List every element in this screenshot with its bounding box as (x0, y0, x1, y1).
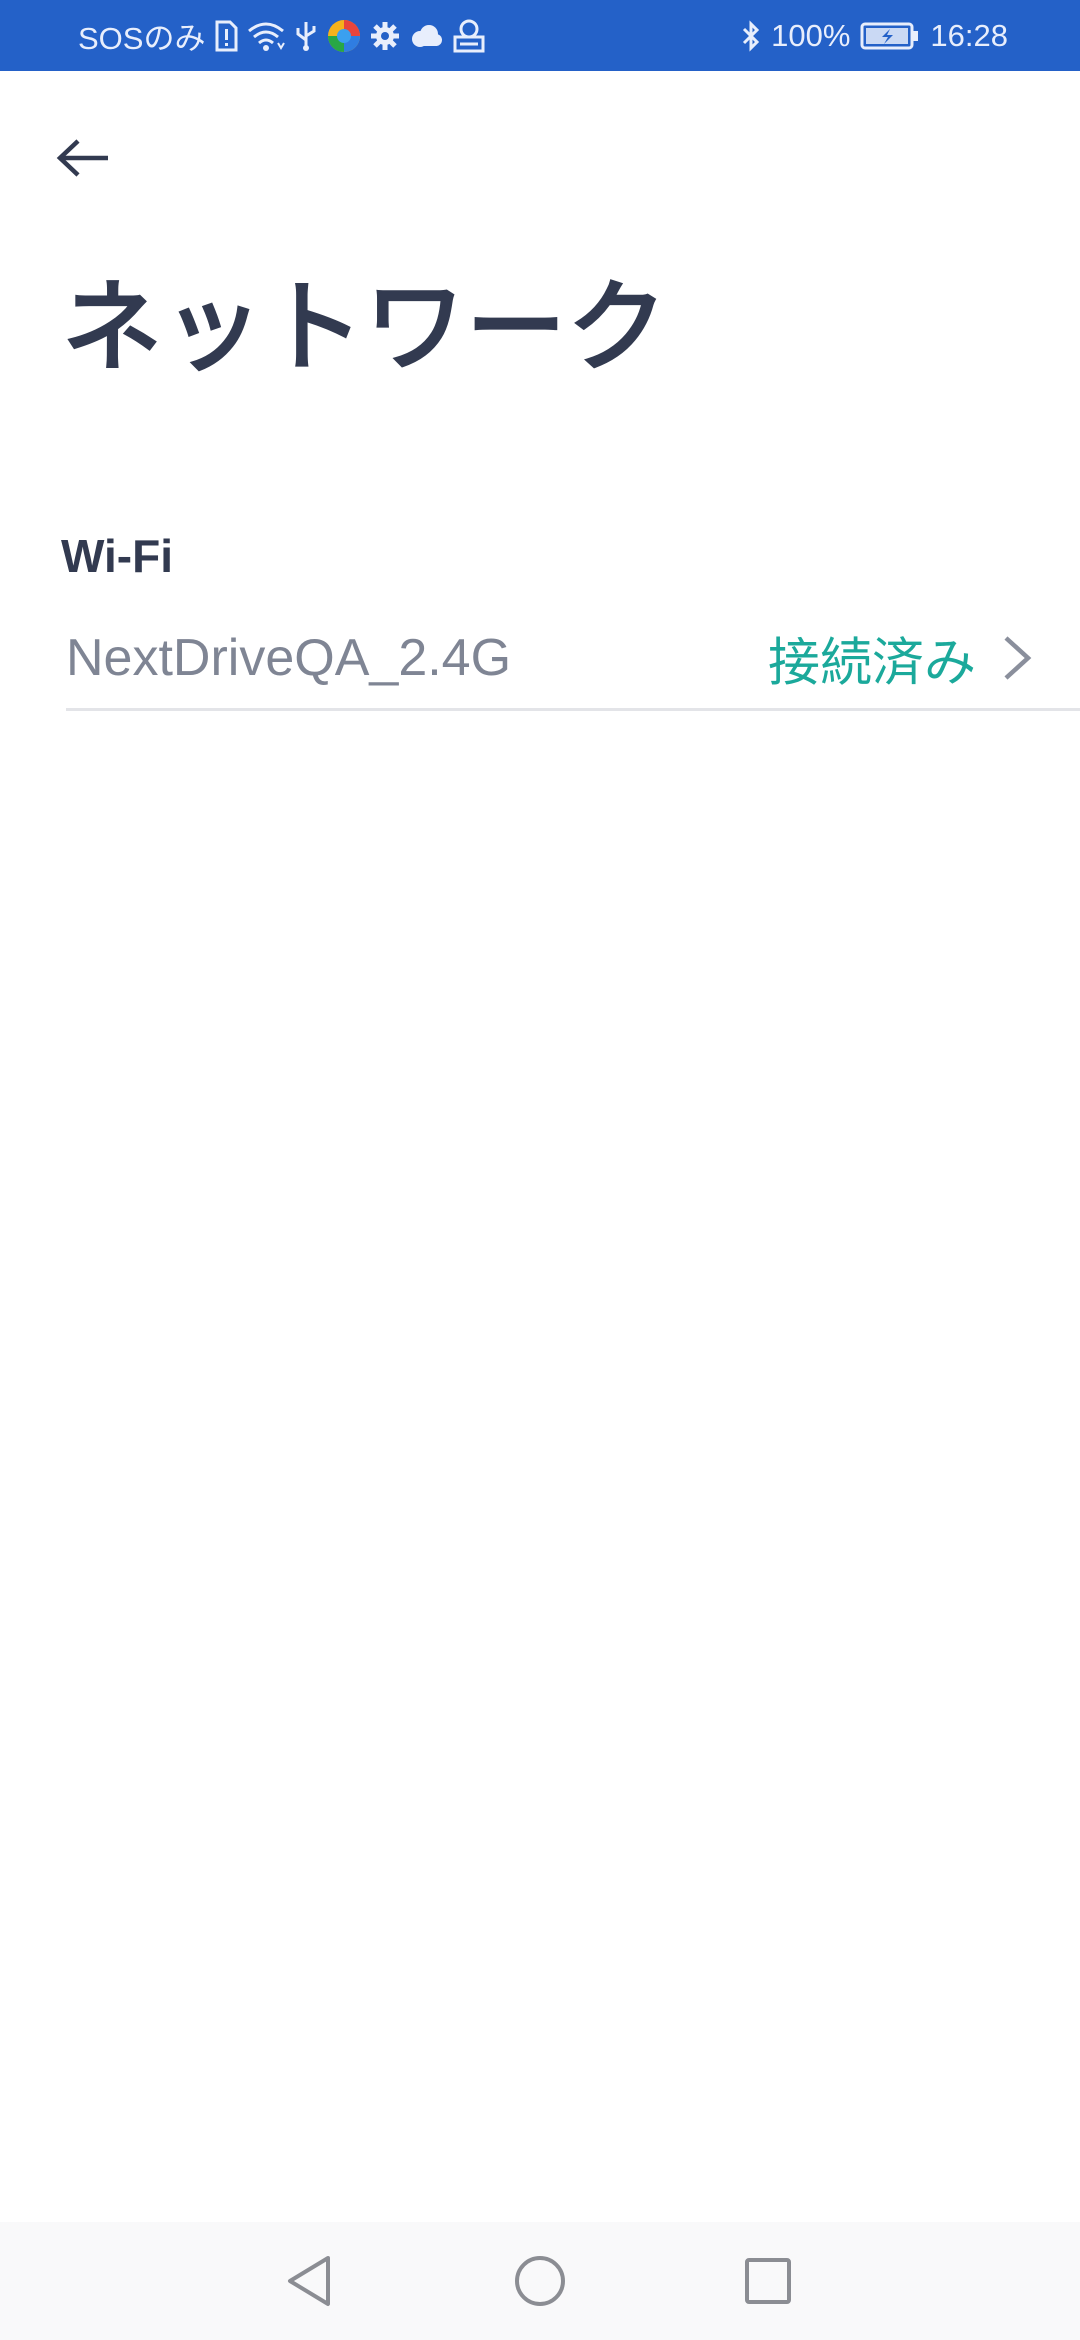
circle-home-icon (515, 2256, 565, 2306)
carrier-label: SOSのみ (78, 21, 206, 56)
chevron-right-icon (1004, 636, 1032, 680)
wifi-section-label: Wi-Fi (61, 530, 173, 582)
nav-back-button[interactable] (259, 2222, 359, 2340)
usb-icon (294, 20, 318, 52)
wifi-network-name: NextDriveQA_2.4G (66, 629, 512, 687)
wifi-icon (247, 21, 286, 51)
status-bar-left: SOSのみ (78, 0, 486, 71)
network-settings-screen: SOSのみ 100% 16:28 ネットワーク Wi-Fi NextDriveQ… (0, 0, 1080, 2340)
page-title: ネットワーク (62, 269, 668, 386)
nav-recents-button[interactable] (718, 2222, 818, 2340)
settings-icon (370, 21, 400, 51)
status-bar-right: 100% 16:28 (741, 0, 1008, 71)
system-nav-bar (0, 2222, 1080, 2340)
arrow-left-icon (56, 139, 108, 177)
cloud-icon (409, 24, 443, 48)
wifi-connection-status: 接続済み (767, 633, 976, 694)
back-button[interactable] (44, 126, 124, 190)
clock: 16:28 (930, 17, 1008, 53)
sim-alert-icon (214, 20, 238, 52)
status-bar: SOSのみ 100% 16:28 (0, 0, 1080, 71)
browser-app-icon (327, 19, 361, 53)
row-divider (66, 708, 1080, 711)
bluetooth-icon (741, 19, 761, 52)
square-recents-icon (745, 2258, 791, 2304)
battery-charging-icon (860, 21, 920, 51)
triangle-back-icon (288, 2256, 330, 2306)
battery-percent: 100% (771, 17, 851, 53)
notification-app-icon (452, 19, 486, 53)
wifi-network-row[interactable]: NextDriveQA_2.4G 接続済み (66, 606, 1080, 710)
nav-home-button[interactable] (490, 2222, 590, 2340)
